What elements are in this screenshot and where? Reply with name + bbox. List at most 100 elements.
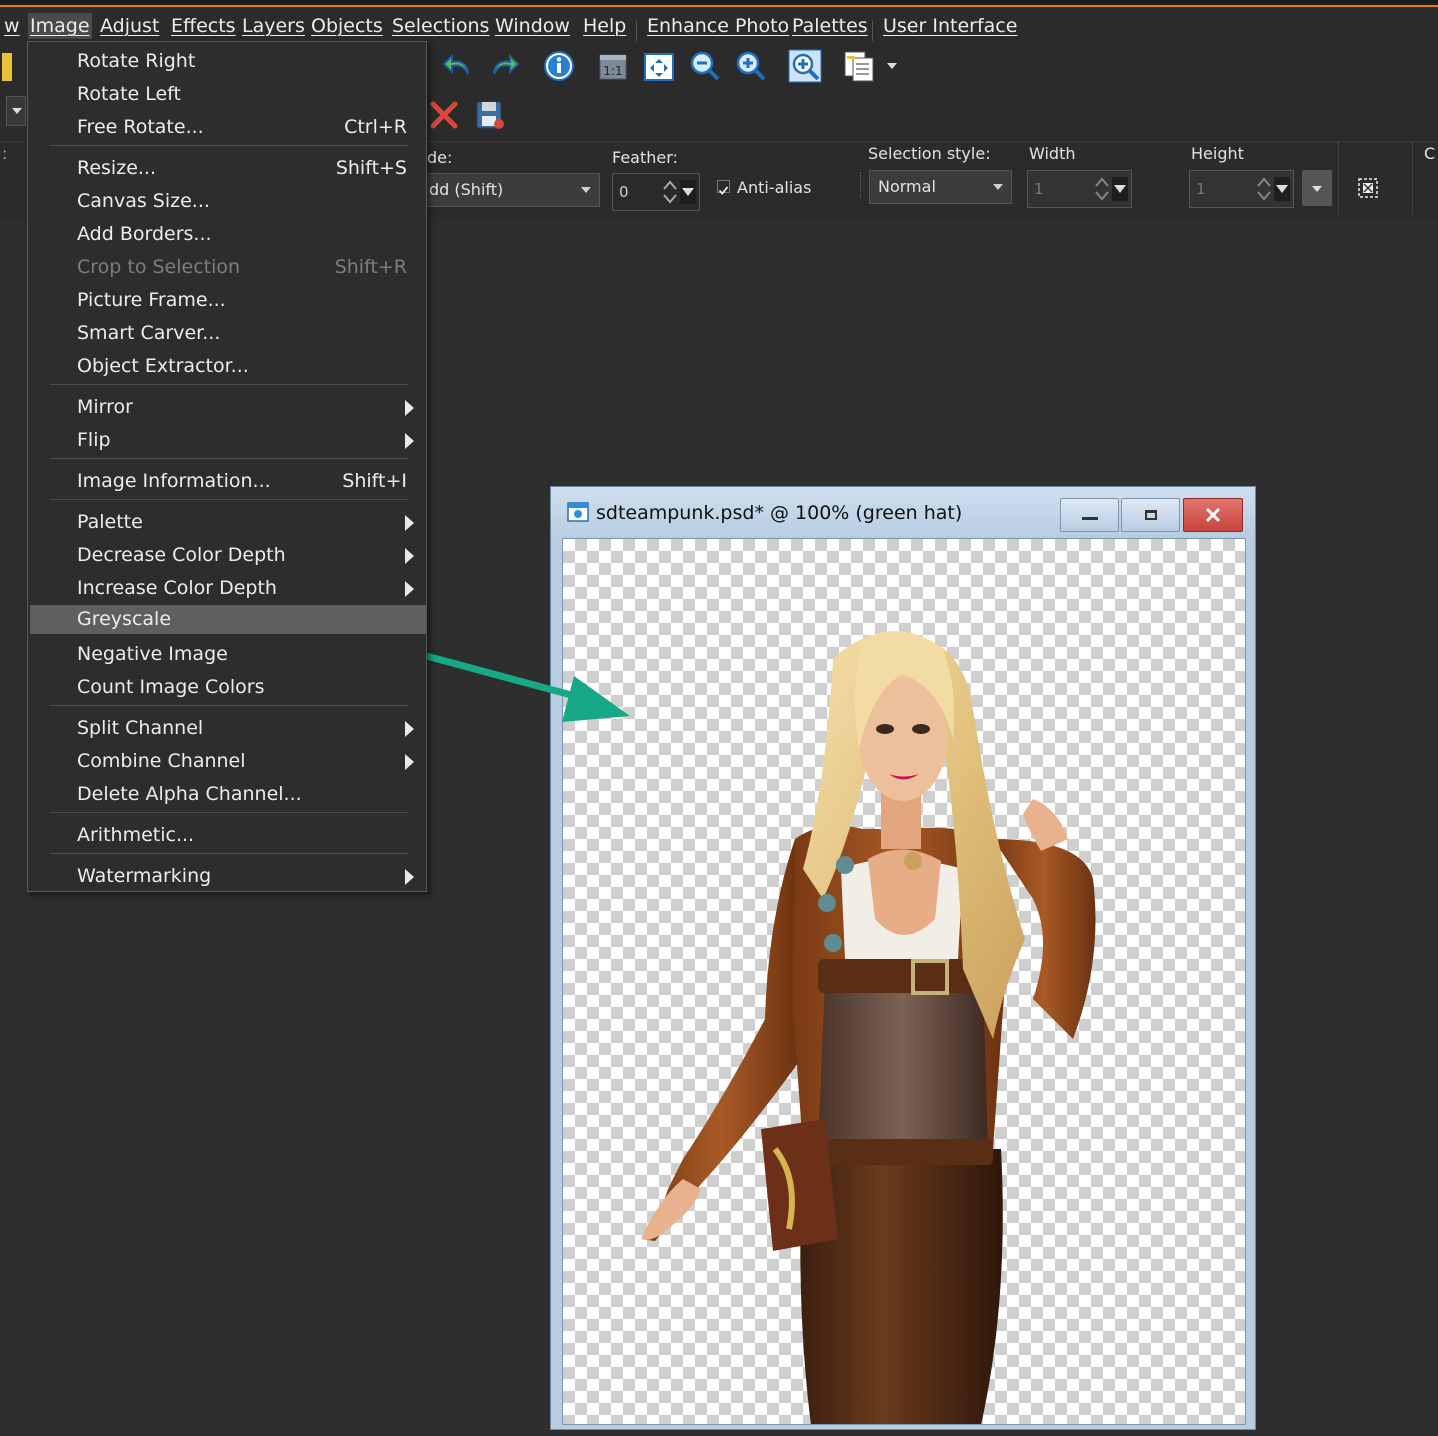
submenu-arrow-icon bbox=[405, 869, 414, 885]
menu-item-watermarking[interactable]: Watermarking bbox=[28, 860, 426, 893]
menu-item-rotate-left[interactable]: Rotate Left bbox=[28, 78, 426, 111]
menu-item-label: Crop to Selection bbox=[77, 256, 241, 278]
menu-item-canvas-size[interactable]: Canvas Size... bbox=[28, 185, 426, 218]
menu-item-shortcut: Shift+R bbox=[334, 256, 407, 278]
menu-item-rotate-right[interactable]: Rotate Right bbox=[28, 45, 426, 78]
menu-item-picture-frame[interactable]: Picture Frame... bbox=[28, 284, 426, 317]
menu-image[interactable]: Image bbox=[28, 13, 92, 39]
feather-input[interactable]: 0 bbox=[612, 173, 700, 211]
menu-layers[interactable]: Layers bbox=[240, 13, 307, 39]
menu-item-decrease-color-depth[interactable]: Decrease Color Depth bbox=[28, 539, 426, 572]
tool-dropdown[interactable] bbox=[6, 96, 26, 126]
spin-arrows-icon[interactable] bbox=[1095, 176, 1109, 202]
menu-effects[interactable]: Effects bbox=[169, 13, 238, 39]
menu-item-label: Rotate Right bbox=[77, 50, 196, 72]
cutoff-label-partial: C bbox=[1424, 144, 1436, 163]
menu-adjust[interactable]: Adjust bbox=[98, 13, 161, 39]
menu-enhance-photo[interactable]: Enhance Photo bbox=[645, 13, 791, 39]
tool-icon-partial[interactable] bbox=[2, 53, 12, 81]
minimize-button[interactable] bbox=[1060, 498, 1119, 532]
menu-item-shortcut: Ctrl+R bbox=[344, 116, 407, 138]
new-document-dropdown-icon[interactable] bbox=[887, 63, 897, 69]
menu-objects[interactable]: Objects bbox=[309, 13, 385, 39]
width-input[interactable]: 1 bbox=[1027, 170, 1132, 208]
menu-item-label: Image Information... bbox=[77, 470, 271, 492]
image-canvas[interactable] bbox=[562, 538, 1246, 1425]
mode-select-value: dd (Shift) bbox=[429, 180, 504, 199]
menu-selections[interactable]: Selections bbox=[390, 13, 491, 39]
menu-item-delete-alpha-channel[interactable]: Delete Alpha Channel... bbox=[28, 778, 426, 811]
spin-arrows-icon[interactable] bbox=[663, 179, 677, 205]
units-dropdown-button[interactable] bbox=[1302, 170, 1332, 206]
spin-arrows-icon[interactable] bbox=[1257, 176, 1271, 202]
svg-text:1:1: 1:1 bbox=[603, 64, 622, 78]
selection-style-select[interactable]: Normal bbox=[869, 170, 1012, 204]
menu-item-arithmetic[interactable]: Arithmetic... bbox=[28, 819, 426, 852]
menu-item-label: Decrease Color Depth bbox=[77, 544, 286, 566]
antialias-checkbox[interactable] bbox=[717, 180, 730, 195]
menu-window[interactable]: Window bbox=[493, 13, 572, 39]
menu-item-image-information[interactable]: Image Information... Shift+I bbox=[28, 465, 426, 498]
save-preset-icon[interactable] bbox=[473, 98, 507, 132]
redo-icon[interactable] bbox=[487, 49, 521, 83]
menu-separator bbox=[50, 499, 408, 500]
menu-item-label: Split Channel bbox=[77, 717, 204, 739]
options-divider bbox=[1338, 142, 1340, 214]
info-icon[interactable] bbox=[542, 49, 576, 83]
cancel-icon[interactable] bbox=[427, 98, 461, 132]
menu-item-split-channel[interactable]: Split Channel bbox=[28, 712, 426, 745]
feather-value: 0 bbox=[619, 183, 629, 201]
menu-item-label: Increase Color Depth bbox=[77, 577, 277, 599]
image-window[interactable]: sdteampunk.psd* @ 100% (green hat) bbox=[550, 486, 1256, 1430]
menu-item-combine-channel[interactable]: Combine Channel bbox=[28, 745, 426, 778]
menu-item-add-borders[interactable]: Add Borders... bbox=[28, 218, 426, 251]
feather-dropdown-icon[interactable] bbox=[680, 180, 696, 204]
menu-item-label: Picture Frame... bbox=[77, 289, 226, 311]
height-dropdown-icon[interactable] bbox=[1274, 177, 1290, 201]
width-dropdown-icon[interactable] bbox=[1112, 177, 1128, 201]
chevron-down-icon bbox=[993, 184, 1003, 190]
checkmark-icon bbox=[718, 186, 729, 195]
menu-item-greyscale[interactable]: Greyscale bbox=[30, 605, 426, 634]
width-value: 1 bbox=[1034, 180, 1044, 198]
menu-item-negative-image[interactable]: Negative Image bbox=[28, 638, 426, 671]
submenu-arrow-icon bbox=[405, 515, 414, 531]
menu-separator bbox=[50, 384, 408, 385]
height-input[interactable]: 1 bbox=[1189, 170, 1294, 208]
menu-item-flip[interactable]: Flip bbox=[28, 424, 426, 457]
menu-item-count-image-colors[interactable]: Count Image Colors bbox=[28, 671, 426, 704]
actual-size-icon[interactable]: 1:1 bbox=[596, 49, 630, 83]
menu-separator bbox=[872, 21, 873, 41]
menu-item-increase-color-depth[interactable]: Increase Color Depth bbox=[28, 572, 426, 605]
menu-help[interactable]: Help bbox=[581, 13, 628, 39]
menu-item-mirror[interactable]: Mirror bbox=[28, 391, 426, 424]
menu-item-label: Smart Carver... bbox=[77, 322, 221, 344]
current-selection-icon[interactable] bbox=[1357, 177, 1379, 199]
undo-icon[interactable] bbox=[441, 49, 475, 83]
zoom-in-icon[interactable] bbox=[734, 49, 768, 83]
menu-palettes[interactable]: Palettes bbox=[790, 13, 870, 39]
image-window-titlebar[interactable]: sdteampunk.psd* @ 100% (green hat) bbox=[551, 487, 1255, 538]
new-document-icon[interactable] bbox=[843, 49, 877, 83]
menu-item-label: Resize... bbox=[77, 157, 156, 179]
mode-select[interactable]: dd (Shift) bbox=[420, 173, 600, 207]
menu-separator bbox=[50, 705, 408, 706]
zoom-tool-icon[interactable] bbox=[788, 49, 822, 83]
menu-item-object-extractor[interactable]: Object Extractor... bbox=[28, 350, 426, 383]
menu-separator bbox=[50, 458, 408, 459]
menu-item-free-rotate[interactable]: Free Rotate... Ctrl+R bbox=[28, 111, 426, 144]
close-button[interactable] bbox=[1183, 498, 1243, 532]
minimize-icon bbox=[1081, 516, 1098, 520]
zoom-out-icon[interactable] bbox=[688, 49, 722, 83]
menu-view-partial[interactable]: w bbox=[2, 13, 22, 39]
fit-window-icon[interactable] bbox=[642, 49, 676, 83]
menu-item-palette[interactable]: Palette bbox=[28, 506, 426, 539]
menu-item-smart-carver[interactable]: Smart Carver... bbox=[28, 317, 426, 350]
height-value: 1 bbox=[1196, 180, 1206, 198]
menu-user-interface[interactable]: User Interface bbox=[881, 13, 1019, 39]
menu-item-crop-to-selection[interactable]: Crop to Selection Shift+R bbox=[28, 251, 426, 284]
feather-label: Feather: bbox=[612, 148, 678, 167]
menu-item-resize[interactable]: Resize... Shift+S bbox=[28, 152, 426, 185]
menu-item-label: Rotate Left bbox=[77, 83, 181, 105]
maximize-button[interactable] bbox=[1121, 498, 1180, 532]
